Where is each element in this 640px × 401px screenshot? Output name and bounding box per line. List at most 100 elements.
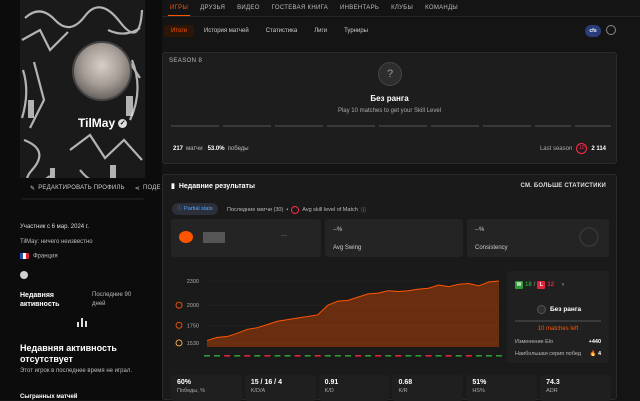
rank-subtitle: Play 10 matches to get your Skill Level — [337, 108, 442, 114]
tab-inventory[interactable]: ИНВЕНТАРЬ — [340, 5, 379, 11]
win-marker — [405, 355, 412, 357]
winrate-label: победы — [227, 146, 249, 152]
stat-value: 51% — [472, 379, 487, 386]
subtab-tournaments[interactable]: Турниры — [337, 25, 375, 37]
tab-games[interactable]: ИГРЫ — [167, 5, 191, 16]
map-card[interactable]: — — [171, 219, 321, 257]
loss-marker — [425, 355, 432, 357]
win-marker — [485, 355, 492, 357]
graffiti-background — [20, 0, 145, 200]
fire-icon: 🔥 — [589, 351, 597, 357]
loss-marker — [314, 355, 321, 357]
elo-area — [207, 281, 499, 347]
skill-level-icon — [291, 206, 300, 214]
recent-results-title: Недавние результаты — [178, 182, 255, 190]
avg-skill-label: Avg skill level of Match — [302, 207, 358, 213]
loss-marker — [465, 355, 472, 357]
season-summary: 217 матчи 53.0% победы — [173, 146, 249, 152]
match-summary-panel: W 18 / L 12 › Без ранга 10 matches left Из… — [507, 271, 609, 363]
y-tick-label: 2000 — [187, 303, 199, 309]
y-tick-label: 2300 — [187, 279, 199, 285]
stat-winrate: 60% Победы, % — [171, 375, 242, 401]
level-badge-icon — [175, 321, 183, 329]
loss-marker — [264, 355, 271, 357]
profile-banner: TilMay ✓ — [20, 0, 145, 200]
stat-value: 74.3 — [546, 379, 560, 386]
win-loss: W 18 / L 12 › — [515, 280, 565, 289]
chart-icon: ▮ — [171, 183, 175, 190]
win-marker — [455, 355, 462, 357]
share-icon: ⋖ — [134, 185, 140, 192]
avg-swing-value: --% — [333, 227, 343, 233]
tab-teams[interactable]: КОМАНДЫ — [425, 5, 458, 11]
avatar[interactable] — [72, 41, 132, 101]
elo-change-row: Изменение Elo +440 — [515, 339, 601, 345]
unranked-icon — [537, 305, 546, 314]
consistency-value: --% — [475, 227, 485, 233]
bar-chart-icon — [77, 318, 87, 327]
profile-sidebar: TilMay ✓ ✎ РЕДАКТИРОВАТЬ ПРОФИЛЬ ⋖ ПОДЕ … — [0, 0, 162, 400]
steam-link[interactable] — [20, 271, 28, 281]
matches-label: матчи — [186, 146, 203, 152]
steam-icon — [20, 271, 28, 279]
win-marker — [304, 355, 311, 357]
partial-stats-pill[interactable]: ⓘ Partial stats — [172, 203, 218, 215]
consistency-card: --% Consistency — [467, 219, 609, 257]
win-streak-value: 4 — [597, 351, 601, 357]
loss-marker — [224, 355, 231, 357]
subtab-overview[interactable]: Итоги — [164, 25, 194, 37]
win-marker — [435, 355, 442, 357]
matches-played-heading: Сыгранных матчей — [20, 394, 78, 400]
stat-label: K/D — [324, 388, 334, 394]
consistency-ring — [579, 227, 599, 247]
edit-profile-button[interactable]: ✎ РЕДАКТИРОВАТЬ ПРОФИЛЬ — [30, 185, 125, 192]
last-season-elo: 2 114 — [591, 145, 606, 152]
level-badge-icon — [175, 301, 183, 309]
chevron-right-icon[interactable]: › — [562, 282, 564, 288]
no-activity-title: Недавняя активность отсутствует — [20, 343, 117, 364]
stat-value: 15 / 16 / 4 — [250, 379, 282, 386]
username-text: TilMay — [78, 116, 116, 130]
elo-change-value: +440 — [588, 339, 601, 345]
loss-marker — [294, 355, 301, 357]
win-marker — [234, 355, 241, 357]
tab-videos[interactable]: ВИДЕО — [237, 5, 260, 11]
game-selector-badge[interactable]: cfs — [585, 25, 601, 37]
info-icon[interactable]: ⓘ — [361, 206, 367, 214]
rank-progress-bar — [515, 320, 601, 322]
subtab-match-history[interactable]: История матчей — [197, 25, 256, 37]
pencil-icon: ✎ — [30, 185, 36, 192]
profile-actions: ✎ РЕДАКТИРОВАТЬ ПРОФИЛЬ ⋖ ПОДЕ — [20, 178, 162, 198]
subtab-statistics[interactable]: Статистика — [259, 25, 305, 37]
flag-france-icon — [20, 253, 29, 259]
win-marker — [344, 355, 351, 357]
nav-divider — [162, 16, 640, 17]
recent-results-heading: ▮ Недавние результаты — [171, 182, 255, 191]
loss-marker — [375, 355, 382, 357]
win-marker — [274, 355, 281, 357]
tab-guestbook[interactable]: ГОСТЕВАЯ КНИГА — [272, 5, 328, 11]
side-rank-name: Без ранга — [550, 306, 582, 313]
avg-swing-label: Avg Swing — [333, 245, 362, 251]
subtab-leagues[interactable]: Лиги — [307, 25, 334, 37]
stat-hs: 51% HS% — [466, 375, 538, 401]
activity-period: Последние 90 дней — [92, 292, 132, 307]
tab-friends[interactable]: ДРУЗЬЯ — [200, 5, 225, 11]
tab-clubs[interactable]: КЛУБЫ — [391, 5, 413, 11]
win-marker — [334, 355, 341, 357]
share-button[interactable]: ⋖ ПОДЕ — [135, 185, 161, 192]
recent-meta: Последние матчи (30) • Avg skill level o… — [227, 206, 367, 214]
losses-value: 12 — [547, 281, 555, 288]
map-icon — [179, 231, 193, 243]
consistency-label: Consistency — [475, 245, 508, 251]
skill-level-badge: 10 — [576, 143, 588, 154]
stat-value: 0.68 — [398, 379, 413, 386]
sub-nav: Итоги История матчей Статистика Лиги Тур… — [162, 23, 640, 39]
rank-name: Без ранга — [370, 94, 409, 103]
last-season: Last season 10 2 114 — [540, 143, 606, 154]
country: Франция — [20, 253, 58, 260]
more-stats-link[interactable]: СМ. БОЛЬШЕ СТАТИСТИКИ — [521, 183, 606, 189]
win-marker — [415, 355, 422, 357]
more-icon[interactable] — [606, 25, 616, 35]
unranked-icon: ? — [378, 62, 402, 86]
